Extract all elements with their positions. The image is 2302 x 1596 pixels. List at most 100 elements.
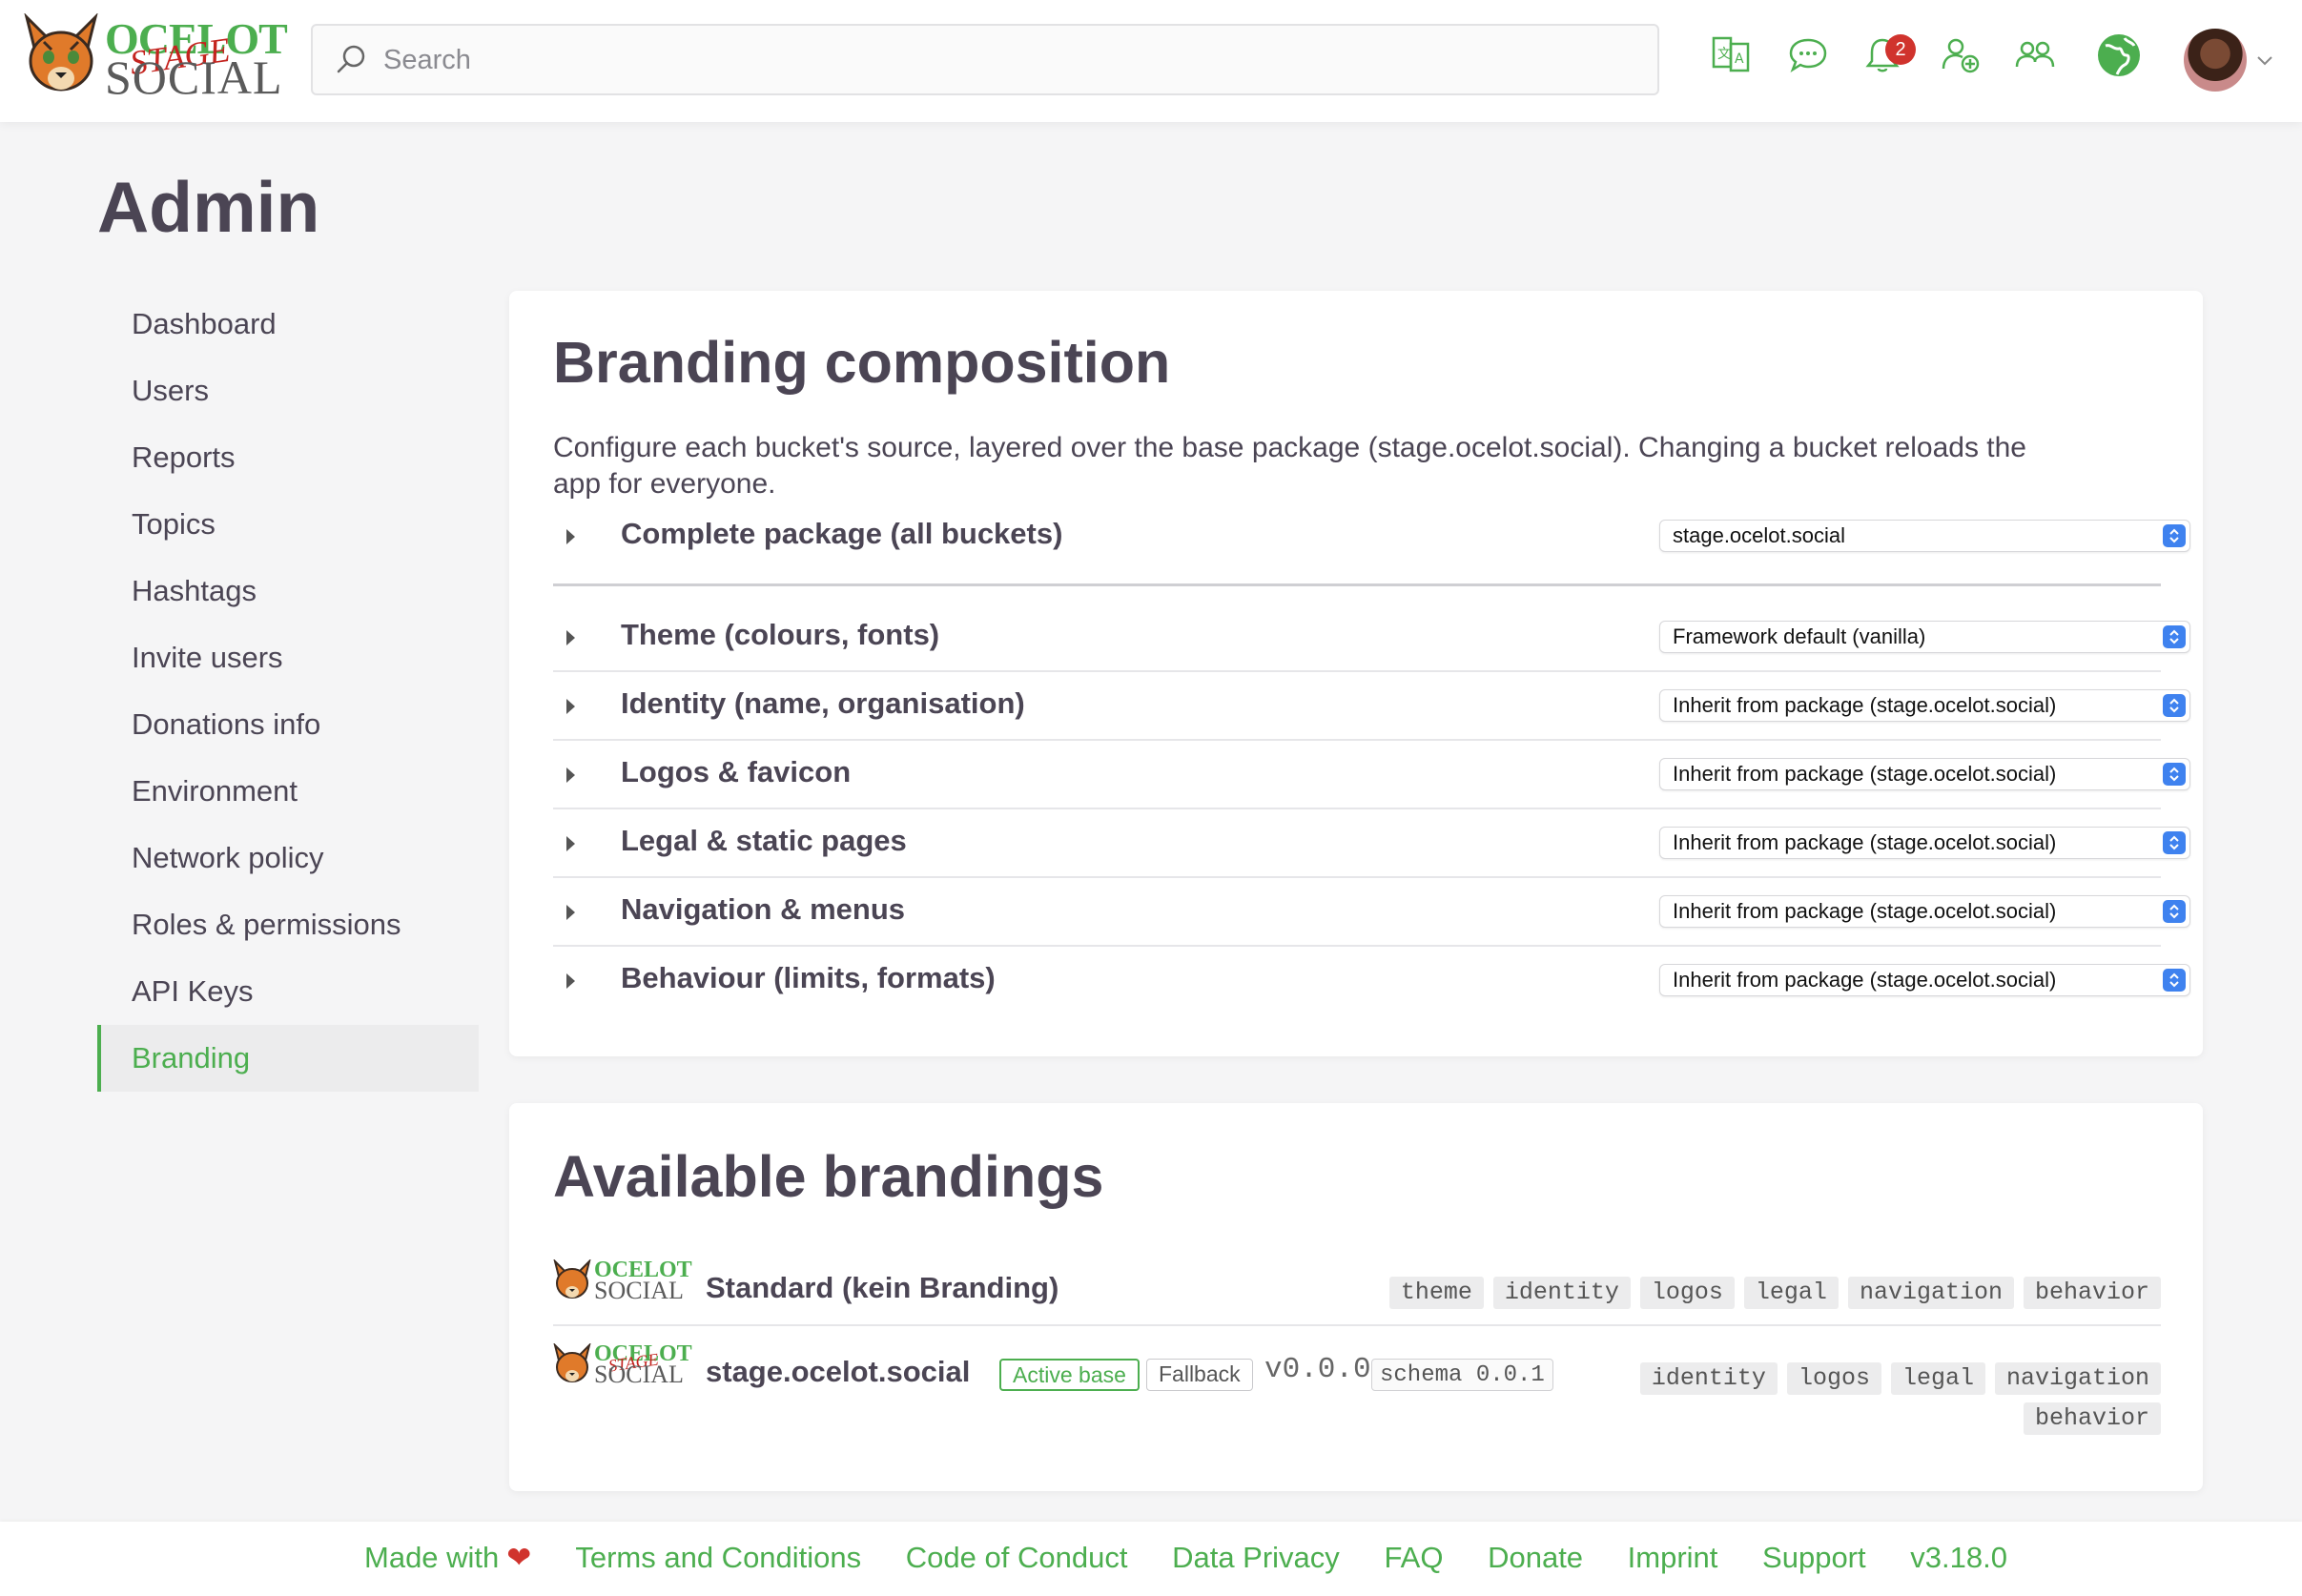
sidebar-item-roles-permissions[interactable]: Roles & permissions (97, 891, 479, 958)
footer-link-donate[interactable]: Donate (1488, 1541, 1583, 1574)
composition-title: Branding composition (553, 330, 1171, 395)
svg-text:A: A (1735, 51, 1744, 67)
select-stepper-icon (2163, 694, 2186, 717)
footer-link-support[interactable]: Support (1762, 1541, 1866, 1574)
bucket-select-value: Inherit from package (stage.ocelot.socia… (1673, 693, 2057, 717)
bucket-select-value: Inherit from package (stage.ocelot.socia… (1673, 968, 2057, 992)
bucket-tag: behavior (2023, 1277, 2161, 1309)
bucket-select[interactable]: Inherit from package (stage.ocelot.socia… (1659, 758, 2190, 790)
bucket-tag: identity (1492, 1277, 1631, 1309)
footer-link-imprint[interactable]: Imprint (1628, 1541, 1718, 1574)
sidebar-item-dashboard[interactable]: Dashboard (97, 291, 479, 358)
select-stepper-icon (2163, 763, 2186, 786)
search-input[interactable] (383, 37, 1623, 83)
schema-badge: schema 0.0.1 (1371, 1359, 1553, 1391)
expand-caret-icon[interactable] (566, 973, 575, 989)
bucket-label: Legal & static pages (621, 824, 907, 857)
expand-caret-icon[interactable] (566, 529, 575, 544)
package-row[interactable]: Complete package (all buckets) stage.oce… (553, 503, 2190, 572)
branding-name: Standard (kein Branding) (706, 1271, 1059, 1304)
select-stepper-icon (2163, 969, 2186, 992)
bucket-tag: legal (1890, 1362, 1985, 1395)
row-divider (553, 1324, 2161, 1326)
bucket-tag: theme (1388, 1277, 1484, 1309)
expand-caret-icon[interactable] (566, 699, 575, 714)
ocelot-logo-icon (24, 12, 98, 92)
row-divider (553, 945, 2161, 947)
row-divider (553, 739, 2161, 741)
bucket-tag: legal (1743, 1277, 1839, 1309)
sidebar-item-invite-users[interactable]: Invite users (97, 624, 479, 691)
add-user-icon[interactable] (1940, 34, 1982, 76)
sidebar-item-network-policy[interactable]: Network policy (97, 825, 479, 891)
logo-text-social: SOCIAL (594, 1277, 684, 1304)
chevron-down-icon[interactable] (2254, 50, 2275, 71)
footer-link-terms[interactable]: Terms and Conditions (575, 1541, 861, 1574)
groups-icon[interactable] (2014, 34, 2056, 76)
sidebar-item-branding[interactable]: Branding (97, 1025, 479, 1092)
ocelot-logo-icon (553, 1341, 591, 1382)
package-select[interactable]: stage.ocelot.social (1659, 520, 2190, 552)
sidebar-item-topics[interactable]: Topics (97, 491, 479, 558)
branding-composition-card: Branding composition Configure each buck… (509, 291, 2203, 1056)
bucket-select[interactable]: Inherit from package (stage.ocelot.socia… (1659, 964, 2190, 996)
row-divider (553, 808, 2161, 809)
made-with-text: Made with (364, 1541, 500, 1574)
globe-icon[interactable] (2096, 32, 2142, 78)
sidebar-item-hashtags[interactable]: Hashtags (97, 558, 479, 624)
bucket-tags: identity logos legal navigation behavior (1627, 1361, 2161, 1441)
active-base-badge: Active base (999, 1359, 1140, 1391)
section-divider (553, 583, 2161, 586)
top-header: OCELOT STAGE SOCIAL 文 A 2 (0, 0, 2302, 122)
search-icon (337, 45, 365, 73)
bucket-row-navigation[interactable]: Navigation & menus Inherit from package … (553, 879, 2190, 948)
expand-caret-icon[interactable] (566, 630, 575, 645)
sidebar-item-api-keys[interactable]: API Keys (97, 958, 479, 1025)
sidebar-item-reports[interactable]: Reports (97, 424, 479, 491)
bucket-label: Identity (name, organisation) (621, 686, 1025, 720)
available-brandings-card: Available brandings OCELOT SOCIAL Standa… (509, 1103, 2203, 1491)
bucket-row-theme[interactable]: Theme (colours, fonts) Framework default… (553, 604, 2190, 673)
expand-caret-icon[interactable] (566, 767, 575, 783)
composition-description: Configure each bucket's source, layered … (553, 432, 2026, 500)
bucket-tag: navigation (1994, 1362, 2161, 1395)
select-stepper-icon (2163, 625, 2186, 648)
app-logo[interactable]: OCELOT STAGE SOCIAL (23, 12, 288, 104)
branding-item-stage: OCELOT STAGE SOCIAL stage.ocelot.social … (553, 1341, 2161, 1448)
sidebar-item-donations-info[interactable]: Donations info (97, 691, 479, 758)
available-title: Available brandings (553, 1144, 1104, 1209)
bucket-select-value: Inherit from package (stage.ocelot.socia… (1673, 899, 2057, 923)
page-title: Admin (97, 167, 320, 247)
sidebar-item-users[interactable]: Users (97, 358, 479, 424)
select-stepper-icon (2163, 900, 2186, 923)
bucket-select[interactable]: Framework default (vanilla) (1659, 621, 2190, 653)
bucket-row-identity[interactable]: Identity (name, organisation) Inherit fr… (553, 673, 2190, 742)
footer-version[interactable]: v3.18.0 (1910, 1541, 2007, 1574)
user-avatar[interactable] (2184, 29, 2247, 92)
bucket-tag: navigation (1847, 1277, 2014, 1309)
bucket-select-value: Inherit from package (stage.ocelot.socia… (1673, 830, 2057, 854)
footer-link-code-of-conduct[interactable]: Code of Conduct (906, 1541, 1128, 1574)
bucket-row-legal[interactable]: Legal & static pages Inherit from packag… (553, 810, 2190, 879)
expand-caret-icon[interactable] (566, 905, 575, 920)
bucket-select[interactable]: Inherit from package (stage.ocelot.socia… (1659, 895, 2190, 928)
expand-caret-icon[interactable] (566, 836, 575, 851)
search-bar[interactable] (311, 24, 1659, 95)
bucket-row-logos[interactable]: Logos & favicon Inherit from package (st… (553, 742, 2190, 810)
bucket-row-behaviour[interactable]: Behaviour (limits, formats) Inherit from… (553, 948, 2190, 1016)
bucket-tags: theme identity logos legal navigation behavio… (1380, 1277, 2161, 1309)
footer-made-with[interactable]: Made with ❤ (364, 1541, 531, 1574)
bucket-select-value: Inherit from package (stage.ocelot.socia… (1673, 762, 2057, 786)
bucket-select[interactable]: Inherit from package (stage.ocelot.socia… (1659, 689, 2190, 722)
footer-link-data-privacy[interactable]: Data Privacy (1172, 1541, 1340, 1574)
sidebar-item-environment[interactable]: Environment (97, 758, 479, 825)
row-divider (553, 876, 2161, 878)
bucket-tag: behavior (2023, 1402, 2161, 1435)
chat-icon[interactable] (1787, 34, 1829, 76)
branding-name: stage.ocelot.social (706, 1355, 971, 1388)
bucket-select[interactable]: Inherit from package (stage.ocelot.socia… (1659, 827, 2190, 859)
select-stepper-icon (2163, 831, 2186, 854)
bucket-tag: identity (1639, 1362, 1778, 1395)
footer-link-faq[interactable]: FAQ (1384, 1541, 1443, 1574)
language-icon[interactable]: 文 A (1711, 34, 1753, 76)
